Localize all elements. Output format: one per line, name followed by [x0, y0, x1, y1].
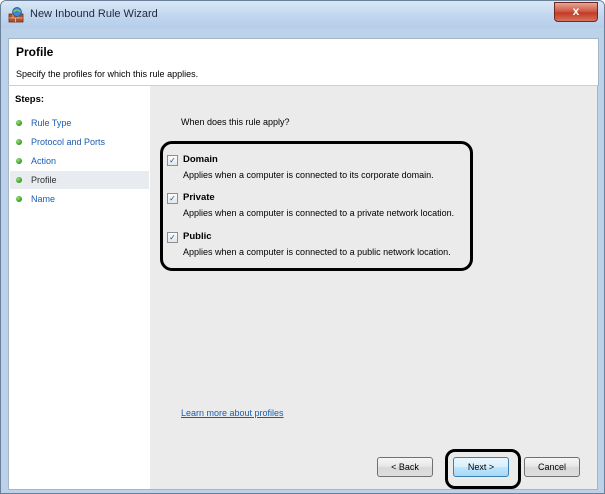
public-checkbox[interactable]: ✓ [167, 232, 178, 243]
step-action[interactable]: Action [10, 152, 149, 170]
green-dot-icon [16, 158, 22, 164]
back-button[interactable]: < Back [377, 457, 433, 477]
private-checkbox[interactable]: ✓ [167, 193, 178, 204]
step-rule-type[interactable]: Rule Type [10, 114, 149, 132]
domain-label[interactable]: Domain [183, 154, 218, 165]
step-label: Profile [31, 175, 57, 185]
window-title: New Inbound Rule Wizard [30, 8, 158, 20]
page-subtitle: Specify the profiles for which this rule… [16, 69, 199, 79]
step-label: Action [31, 156, 57, 166]
domain-description: Applies when a computer is connected to … [183, 170, 434, 180]
title-bar[interactable]: New Inbound Rule Wizard x [1, 1, 604, 28]
steps-panel: Steps: Rule Type Protocol and Ports Acti… [8, 85, 151, 490]
step-profile[interactable]: Profile [10, 171, 149, 189]
steps-heading: Steps: [15, 94, 45, 105]
step-name[interactable]: Name [10, 190, 149, 208]
close-button[interactable]: x [554, 2, 598, 22]
step-protocol-and-ports[interactable]: Protocol and Ports [10, 133, 149, 151]
close-icon: x [572, 4, 580, 18]
firewall-wall-icon [8, 7, 24, 23]
public-description: Applies when a computer is connected to … [183, 247, 451, 257]
private-label[interactable]: Private [183, 192, 215, 203]
cancel-button[interactable]: Cancel [524, 457, 580, 477]
step-label: Name [31, 194, 56, 204]
question-text: When does this rule apply? [181, 117, 290, 127]
step-label: Protocol and Ports [31, 137, 106, 147]
domain-checkbox[interactable]: ✓ [167, 155, 178, 166]
private-description: Applies when a computer is connected to … [183, 208, 455, 218]
content-panel: When does this rule apply? ✓ Domain Appl… [150, 85, 598, 490]
step-label: Rule Type [31, 118, 72, 128]
green-dot-icon [16, 177, 22, 183]
green-dot-icon [16, 196, 22, 202]
green-dot-icon [16, 139, 22, 145]
public-label[interactable]: Public [183, 231, 212, 242]
learn-more-link[interactable]: Learn more about profiles [181, 408, 284, 418]
page-title: Profile [16, 45, 54, 59]
wizard-window: New Inbound Rule Wizard x Profile Specif… [0, 0, 605, 494]
green-dot-icon [16, 120, 22, 126]
page-header: Profile Specify the profiles for which t… [8, 38, 599, 86]
next-button[interactable]: Next > [453, 457, 509, 477]
